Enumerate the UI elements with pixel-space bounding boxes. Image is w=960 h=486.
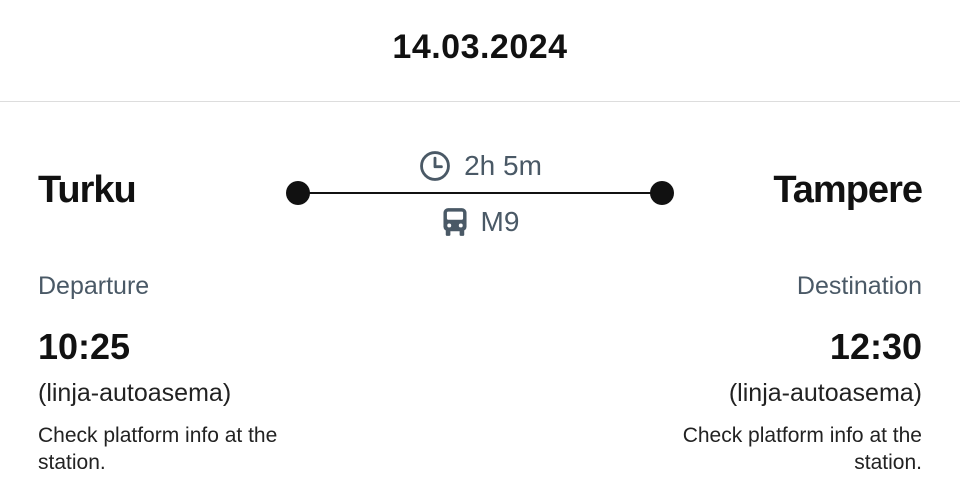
line-info: M9 [286,206,674,238]
destination-city: Tampere [773,169,923,211]
duration-text: 2h 5m [464,150,542,181]
route-visual: 2h 5m M9 [286,150,674,240]
journey-details-page: 14.03.2024 Turku Tampere 2h 5m M9 Depart… [0,0,960,486]
departure-stop: (linja-autoasema) [38,379,232,407]
route-line [298,192,662,194]
origin-city: Turku [38,169,137,211]
header: 14.03.2024 [0,0,960,102]
destination-platform-note: Check platform info at the station. [682,424,922,474]
duration-info: 2h 5m [286,150,674,182]
clock-icon [418,149,452,183]
departure-platform-note: Check platform info at the station. [38,424,278,474]
line-text: M9 [480,206,520,237]
journey-date: 14.03.2024 [392,28,568,66]
destination-dot [650,181,674,205]
bus-icon [441,207,469,237]
origin-dot [286,181,310,205]
departure-label: Departure [38,272,150,300]
arrival-time: 12:30 [829,326,922,367]
departure-time: 10:25 [38,326,131,367]
destination-label: Destination [796,272,922,300]
destination-stop: (linja-autoasema) [728,379,922,407]
